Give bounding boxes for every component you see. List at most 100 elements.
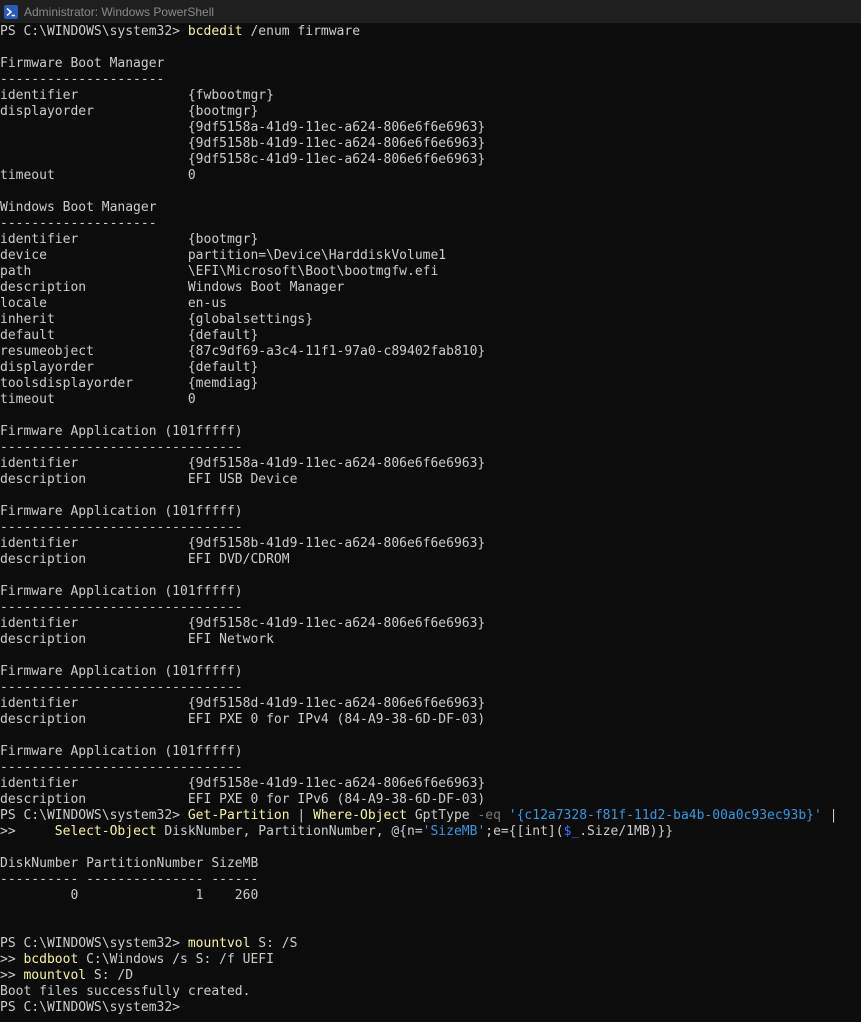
window-title: Administrator: Windows PowerShell <box>24 4 215 19</box>
console-output[interactable]: PS C:\WINDOWS\system32> bcdedit /enum fi… <box>0 24 861 1022</box>
console-text: identifier {fwbootmgr} <box>0 88 274 103</box>
console-text: ------------------------------- <box>0 600 243 615</box>
console-line: ------------------------------- <box>0 760 861 776</box>
console-text: description EFI USB Device <box>0 472 298 487</box>
console-text: device partition=\Device\HarddiskVolume1 <box>0 248 447 263</box>
console-text: ------------------------------- <box>0 440 243 455</box>
console-text: description EFI PXE 0 for IPv6 (84-A9-38… <box>0 792 486 807</box>
console-line: PS C:\WINDOWS\system32> <box>0 1000 861 1016</box>
console-line: Firmware Application (101fffff) <box>0 584 861 600</box>
console-text: PS C:\WINDOWS\system32> <box>0 936 188 951</box>
console-line: identifier {9df5158a-41d9-11ec-a624-806e… <box>0 456 861 472</box>
console-line: Firmware Application (101fffff) <box>0 424 861 440</box>
console-text: Firmware Boot Manager <box>0 56 165 71</box>
console-text: {9df5158b-41d9-11ec-a624-806e6f6e6963} <box>0 136 486 151</box>
console-text: bcdedit <box>187 24 243 39</box>
powershell-icon <box>4 4 18 19</box>
console-text: >> <box>0 952 24 967</box>
console-text: -------------------- <box>0 216 157 231</box>
console-text: displayorder {bootmgr} <box>0 104 259 119</box>
title-bar[interactable]: Administrator: Windows PowerShell <box>0 0 861 23</box>
console-text: displayorder {default} <box>0 360 259 375</box>
console-text: description EFI Network <box>0 632 274 647</box>
console-text: description EFI PXE 0 for IPv4 (84-A9-38… <box>0 712 486 727</box>
console-text: mountvol <box>187 936 251 951</box>
console-line: Firmware Application (101fffff) <box>0 504 861 520</box>
console-line: inherit {globalsettings} <box>0 312 861 328</box>
console-line: -------------------- <box>0 216 861 232</box>
console-line: 0 1 260 <box>0 888 861 904</box>
console-text: S: /D <box>86 968 134 983</box>
console-text: DiskNumber PartitionNumber SizeMB <box>0 856 259 871</box>
console-text: ------------------------------- <box>0 520 243 535</box>
console-text: mountvol <box>23 968 87 983</box>
console-text: Get-Partition <box>187 808 290 823</box>
console-line: Firmware Application (101fffff) <box>0 744 861 760</box>
console-line: ------------------------------- <box>0 440 861 456</box>
console-text: | <box>821 808 838 823</box>
console-text: locale en-us <box>0 296 227 311</box>
console-text: inherit {globalsettings} <box>0 312 314 327</box>
console-line: default {default} <box>0 328 861 344</box>
console-line: Firmware Application (101fffff) <box>0 664 861 680</box>
console-text: default {default} <box>0 328 259 343</box>
console-text: 'SizeMB' <box>422 824 486 839</box>
console-text: identifier {9df5158b-41d9-11ec-a624-806e… <box>0 536 486 551</box>
console-text: PS C:\WINDOWS\system32> <box>0 808 188 823</box>
console-line: identifier {9df5158d-41d9-11ec-a624-806e… <box>0 696 861 712</box>
console-line: {9df5158b-41d9-11ec-a624-806e6f6e6963} <box>0 136 861 152</box>
console-line: displayorder {default} <box>0 360 861 376</box>
console-line: resumeobject {87c9df69-a3c4-11f1-97a0-c8… <box>0 344 861 360</box>
console-text: -eq <box>477 808 501 823</box>
console-line: description EFI PXE 0 for IPv6 (84-A9-38… <box>0 792 861 808</box>
console-line: description EFI DVD/CDROM <box>0 552 861 568</box>
console-line: timeout 0 <box>0 168 861 184</box>
console-line: description EFI PXE 0 for IPv4 (84-A9-38… <box>0 712 861 728</box>
console-text: Where-Object <box>313 808 407 823</box>
console-text: Firmware Application (101fffff) <box>0 664 243 679</box>
console-line: Boot files successfully created. <box>0 984 861 1000</box>
console-line: {9df5158a-41d9-11ec-a624-806e6f6e6963} <box>0 120 861 136</box>
console-line: identifier {9df5158b-41d9-11ec-a624-806e… <box>0 536 861 552</box>
console-line: toolsdisplayorder {memdiag} <box>0 376 861 392</box>
console-text: description EFI DVD/CDROM <box>0 552 290 567</box>
console-line: {9df5158c-41d9-11ec-a624-806e6f6e6963} <box>0 152 861 168</box>
console-text: --------------------- <box>0 72 165 87</box>
console-text: identifier {9df5158c-41d9-11ec-a624-806e… <box>0 616 486 631</box>
console-line: >> Select-Object DiskNumber, PartitionNu… <box>0 824 861 840</box>
console-line: PS C:\WINDOWS\system32> mountvol S: /S <box>0 936 861 952</box>
console-text: Boot files successfully created. <box>0 984 251 999</box>
console-text: ---------- --------------- ------ <box>0 872 259 887</box>
console-text: GptType <box>407 808 478 823</box>
console-line: path \EFI\Microsoft\Boot\bootmgfw.efi <box>0 264 861 280</box>
console-line: --------------------- <box>0 72 861 88</box>
console-text: {9df5158a-41d9-11ec-a624-806e6f6e6963} <box>0 120 486 135</box>
console-text: C:\Windows /s S: /f UEFI <box>78 952 274 967</box>
console-line: >> mountvol S: /D <box>0 968 861 984</box>
console-text: Select-Object <box>54 824 157 839</box>
console-line: ------------------------------- <box>0 520 861 536</box>
console-text: $_ <box>563 824 580 839</box>
console-text: timeout 0 <box>0 392 196 407</box>
console-text: .Size/1MB)}} <box>579 824 674 839</box>
console-text: ;e={[int]( <box>485 824 564 839</box>
console-text: ------------------------------- <box>0 680 243 695</box>
console-text: | <box>289 808 314 823</box>
console-line: ---------- --------------- ------ <box>0 872 861 888</box>
console-line: description EFI Network <box>0 632 861 648</box>
console-text: Firmware Application (101fffff) <box>0 504 243 519</box>
console-line: Windows Boot Manager <box>0 200 861 216</box>
console-line: PS C:\WINDOWS\system32> bcdedit /enum fi… <box>0 24 861 40</box>
console-text: ------------------------------- <box>0 760 243 775</box>
console-text: {9df5158c-41d9-11ec-a624-806e6f6e6963} <box>0 152 486 167</box>
console-text: identifier {bootmgr} <box>0 232 259 247</box>
console-text: PS C:\WINDOWS\system32> <box>0 24 188 39</box>
console-text: timeout 0 <box>0 168 196 183</box>
console-line: DiskNumber PartitionNumber SizeMB <box>0 856 861 872</box>
console-text: description Windows Boot Manager <box>0 280 345 295</box>
